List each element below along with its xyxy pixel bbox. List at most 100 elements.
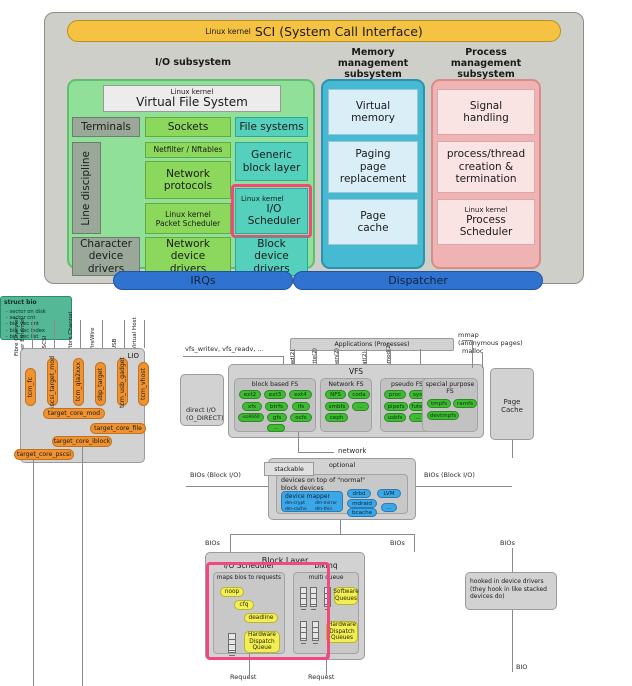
hooked-text: hooked in device drivers (they hook in li… — [470, 578, 547, 600]
dm-cache-label: dm-cache — [285, 507, 307, 512]
fs-chip-gfs: gfs — [267, 413, 287, 422]
fs-chip-devtmpfs: devtmpfs — [427, 411, 459, 420]
page-cache-box: Page cache — [328, 199, 418, 245]
dm-mirror-label: dm-mirror — [315, 501, 338, 506]
fs-chip-tmpfs: tmpfs — [427, 399, 451, 408]
dm-crypt-label: dm-crypt — [285, 501, 305, 506]
column-header-io: I/O subsystem — [155, 57, 231, 68]
bios-hooked: BIOs — [500, 539, 515, 547]
device-mapper-title: device mapper — [285, 493, 330, 500]
dispatcher-bar: Dispatcher — [293, 271, 543, 290]
signal-handling-box: Signal handling — [437, 89, 535, 135]
hooked-device-drivers-box: hooked in device drivers (they hook in li… — [465, 572, 557, 610]
lio-module-tcm-vhost: tcm_vhost — [138, 362, 149, 406]
sci-title: SCI (System Call Interface) — [254, 23, 423, 39]
block-layer-highlight — [206, 562, 330, 660]
netfilter-box: Netfilter / Nftables — [145, 142, 231, 158]
column-header-process: Process management subsystem — [450, 47, 522, 80]
stacked-chip-more: ... — [381, 503, 397, 512]
transport-label-firewire: FireWire — [90, 327, 96, 350]
lio-title: LIO — [127, 352, 139, 360]
hardware-dispatch-queues-label: Hardware Dispatch Queues — [326, 621, 358, 643]
fs-chip-ceph: ceph — [325, 413, 348, 422]
lio-module-sbp-target: sbp_target — [95, 362, 106, 406]
lio-target-core-pscsi: target_core_pscsi — [14, 449, 74, 460]
request-label-left: Request — [230, 673, 257, 681]
bio-label: BIO — [516, 663, 528, 671]
fs-chip-more-network: ... — [352, 402, 369, 411]
network-label: network — [338, 447, 367, 455]
lio-module-iscsi-target-mod: iscsi_target_mod — [47, 355, 58, 409]
fs-chip-ocfs: ocfs — [290, 413, 312, 422]
stacked-chip-drbd: drbd — [347, 489, 371, 498]
software-queues-label: Software Queues — [333, 587, 359, 605]
sci-bar: Linux kernel SCI (System Call Interface) — [67, 20, 561, 42]
fs-chip-nfs: NFS — [325, 390, 346, 399]
generic-block-layer-box: Generic block layer — [235, 142, 308, 181]
paging-box: Paging page replacement — [328, 141, 418, 193]
linux-storage-stack-diagram: Fibre Channel over Ethernet iSCSI Fibre C… — [0, 296, 632, 686]
line-discipline-box: Line discipline — [72, 142, 101, 234]
vfs-block-label: VFS — [348, 367, 364, 376]
vfs-helpers-label: vfs_writev, vfs_readv, ... — [185, 345, 264, 353]
stacked-chip-lvm: LVM — [377, 489, 401, 498]
sci-kernel-tag: Linux kernel — [205, 26, 251, 36]
process-scheduler-kernel-tag: Linux kernel — [464, 205, 508, 214]
terminals-box: Terminals — [72, 117, 140, 137]
packet-scheduler-kernel-tag: Linux kernel — [165, 209, 211, 219]
vfs-title: Virtual File System — [136, 95, 248, 110]
fs-group-network: Network FS NFS coda smbfs ... ceph — [320, 378, 372, 432]
lio-module-tcm-qla2xxx: tcm_qla2xxx — [73, 358, 84, 406]
lio-target-core-file: target_core_file — [90, 423, 146, 434]
transport-label-vhost: Virtual Host — [132, 317, 138, 350]
fs-group-special: special purpose FS tmpfs ramfs devtmpfs — [422, 378, 478, 432]
column-header-memory: Memory management subsystem — [337, 47, 409, 80]
fs-chip-iso9660: iso9660 — [238, 413, 264, 422]
struct-bio-note: struct bio - sector on disk - sector cnt… — [0, 296, 72, 340]
bios-block-left: BIOs — [205, 539, 220, 547]
stacked-devices-box: devices on top of "normal" block devices … — [276, 474, 408, 517]
fs-chip-ext2: ext2 — [239, 390, 261, 399]
fs-chip-pipefs: pipefs — [384, 402, 408, 411]
fs-chip-xfs: xfs — [242, 402, 262, 411]
virtual-file-system-box: Linux kernel Virtual File System — [103, 85, 281, 112]
struct-bio-title: struct bio — [4, 299, 37, 306]
stacked-chip-bcache: bcache — [347, 508, 377, 517]
bios-block-right: BIOs — [390, 539, 405, 547]
direct-io-box: direct I/O (O_DIRECT) — [180, 374, 224, 426]
lio-target-core-mod: target_core_mod — [43, 408, 105, 419]
fs-group-block-based: block based FS ext2 ext3 ext4 xfs btrfs … — [234, 378, 316, 432]
virtual-memory-box: Virtual memory — [328, 89, 418, 135]
fs-chip-ext3: ext3 — [264, 390, 286, 399]
lio-target-core-iblock: target_core_iblock — [52, 436, 112, 447]
sockets-box: Sockets — [145, 117, 231, 137]
linux-kernel-subsystem-diagram: Linux kernel SCI (System Call Interface)… — [44, 12, 584, 290]
io-scheduler-highlight — [231, 184, 312, 238]
irqs-bar: IRQs — [113, 271, 293, 290]
fs-chip-btrfs: btrfs — [265, 402, 288, 411]
process-scheduler-box: Linux kernel Process Scheduler — [437, 199, 535, 245]
fs-chip-ifs: ifs — [292, 402, 310, 411]
device-mapper-box: device mapper dm-crypt dm-mirror dm-cach… — [281, 491, 343, 512]
packet-scheduler-box: Linux kernel Packet Scheduler — [145, 203, 231, 234]
dm-thin-label: dm-thin — [315, 507, 333, 512]
network-protocols-box: Network protocols — [145, 161, 231, 199]
fs-chip-coda: coda — [348, 390, 370, 399]
stacked-chip-mdraid: mdraid — [347, 499, 377, 508]
packet-scheduler-title: Packet Scheduler — [155, 218, 221, 228]
bios-left-label: BIOs (Block I/O) — [190, 471, 241, 479]
fs-chip-smbfs: smbfs — [325, 402, 349, 411]
bios-right-label: BIOs (Block I/O) — [424, 471, 475, 479]
fs-chip-more-block: ... — [267, 424, 285, 432]
fs-chip-usbfs: usbfs — [384, 413, 406, 422]
file-systems-box: File systems — [235, 117, 308, 137]
lio-module-tcm-usb-gadget: tcm_usb_gadget — [117, 356, 128, 408]
stackable-label: stackable — [264, 462, 314, 476]
request-label-right: Request — [308, 673, 335, 681]
fs-chip-ext4: ext4 — [289, 390, 312, 399]
lio-module-tcm-fc: tcm_fc — [25, 368, 36, 406]
fs-chip-proc: proc — [384, 390, 406, 399]
process-thread-box: process/thread creation & termination — [437, 141, 535, 193]
page-cache-node: Page Cache — [490, 368, 534, 440]
fs-chip-ramfs: ramfs — [453, 399, 477, 408]
